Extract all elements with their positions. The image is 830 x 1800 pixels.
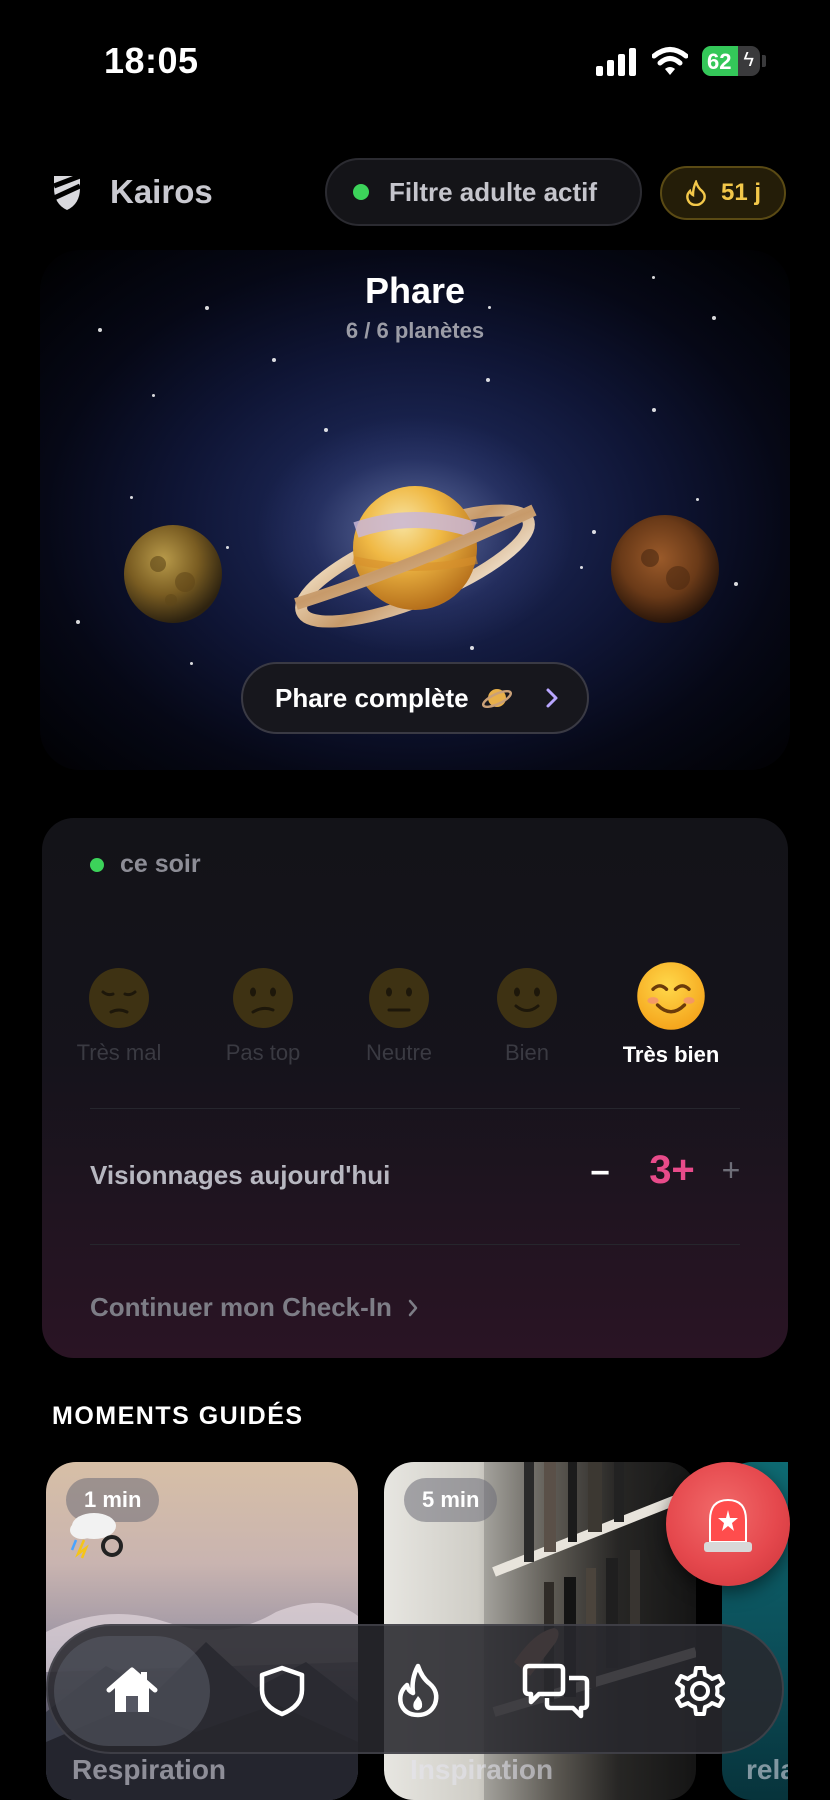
mood-label: Bien	[504, 1040, 550, 1065]
battery-percent: 62	[707, 49, 732, 74]
mood-option-bien[interactable]: Bien	[462, 966, 592, 1066]
star	[324, 428, 328, 432]
checkin-header: ce soir	[90, 850, 201, 879]
pensive-face-icon	[89, 968, 149, 1028]
star	[486, 378, 490, 382]
adult-filter-pill[interactable]: Filtre adulte actif	[325, 158, 642, 226]
planet-mercury-icon	[124, 525, 222, 623]
guided-card-title: rela	[746, 1754, 788, 1785]
mood-option-tres-bien[interactable]: Très bien	[606, 962, 736, 1068]
streak-pill[interactable]: 51 j	[660, 166, 786, 220]
guided-card-title: Inspiration	[410, 1754, 554, 1785]
tab-shield[interactable]	[204, 1636, 360, 1746]
chat-icon	[522, 1663, 590, 1719]
battery-cap	[762, 55, 766, 67]
planet-sun-icon	[611, 515, 719, 623]
filter-label: Filtre adulte actif	[389, 176, 598, 207]
slight-smile-face-icon	[497, 968, 557, 1028]
chevron-right-icon	[546, 688, 558, 708]
divider	[90, 1108, 740, 1109]
mood-option-tres-mal[interactable]: Très mal	[54, 966, 184, 1066]
siren-icon	[704, 1498, 752, 1552]
tab-bar	[46, 1624, 784, 1754]
status-time: 18:05	[104, 40, 199, 81]
views-count: 3+	[649, 1148, 695, 1192]
increment-button[interactable]: +	[714, 1152, 748, 1189]
duration-badge: 5 min	[404, 1478, 498, 1522]
chevron-right-icon	[408, 1299, 418, 1316]
checkin-card: ce soir Très mal Pas top Neutre Bien Trè…	[42, 818, 788, 1358]
shield-icon	[259, 1665, 305, 1717]
continue-checkin-label: Continuer mon Check-In	[90, 1292, 392, 1322]
star	[152, 394, 155, 397]
mood-option-pas-top[interactable]: Pas top	[198, 966, 328, 1066]
wifi-icon	[652, 47, 688, 75]
mood-option-neutre[interactable]: Neutre	[334, 966, 464, 1066]
divider	[90, 1244, 740, 1245]
hero-title: Phare	[364, 270, 466, 311]
flame-icon	[398, 1663, 439, 1718]
checkin-period: ce soir	[120, 850, 201, 878]
neutral-face-icon	[369, 968, 429, 1028]
status-bar: 18:05 62 ϟ	[0, 0, 830, 120]
hero-subtitle: 6 / 6 planètes	[345, 318, 485, 343]
cellular-signal-icon	[596, 48, 636, 76]
brand: Kairos	[50, 172, 213, 212]
mood-label-selected: Très bien	[622, 1042, 720, 1067]
guided-card-title: Respiration	[72, 1754, 227, 1785]
section-title-guided: MOMENTS GUIDÉS	[52, 1402, 304, 1430]
brand-name: Kairos	[110, 173, 213, 210]
home-icon	[106, 1667, 158, 1712]
star	[592, 530, 596, 534]
star	[76, 620, 80, 624]
mood-label: Très mal	[76, 1040, 162, 1065]
star	[696, 498, 699, 501]
views-today-label: Visionnages aujourd'hui	[90, 1160, 391, 1190]
star	[226, 546, 229, 549]
kairos-logo-icon	[52, 173, 82, 210]
saturn-planet-icon	[294, 486, 537, 628]
charging-bolt-icon: ϟ	[743, 49, 754, 71]
decrement-button[interactable]: −	[582, 1154, 618, 1193]
star	[130, 496, 133, 499]
ringed-planet-icon	[481, 689, 512, 709]
star	[470, 646, 474, 650]
star	[580, 566, 583, 569]
confused-face-icon	[233, 968, 293, 1028]
tab-streak[interactable]	[340, 1636, 496, 1746]
tab-settings[interactable]	[622, 1636, 778, 1746]
status-dot	[90, 857, 104, 872]
battery-indicator: 62 ϟ	[702, 46, 760, 76]
streak-count: 51 j	[720, 179, 762, 206]
smiling-face-icon	[637, 962, 705, 1030]
flame-icon	[686, 180, 706, 206]
star	[652, 408, 656, 412]
mood-selector: Très mal Pas top Neutre Bien Très bien	[42, 962, 788, 1076]
phare-button-label: Phare complète	[275, 682, 469, 713]
phare-complete-button[interactable]: Phare complète	[241, 662, 589, 734]
mood-label: Neutre	[365, 1040, 433, 1065]
star	[190, 662, 193, 665]
tab-community[interactable]	[478, 1636, 634, 1746]
star	[734, 582, 738, 586]
gear-icon	[675, 1666, 725, 1716]
star	[272, 358, 276, 362]
mood-label: Pas top	[225, 1040, 301, 1065]
tab-home[interactable]	[54, 1636, 210, 1746]
storm-cloud-icon	[70, 1513, 123, 1559]
continue-checkin-link[interactable]: Continuer mon Check-In	[90, 1292, 418, 1323]
emergency-sos-button[interactable]	[666, 1462, 790, 1586]
status-dot	[353, 184, 369, 200]
